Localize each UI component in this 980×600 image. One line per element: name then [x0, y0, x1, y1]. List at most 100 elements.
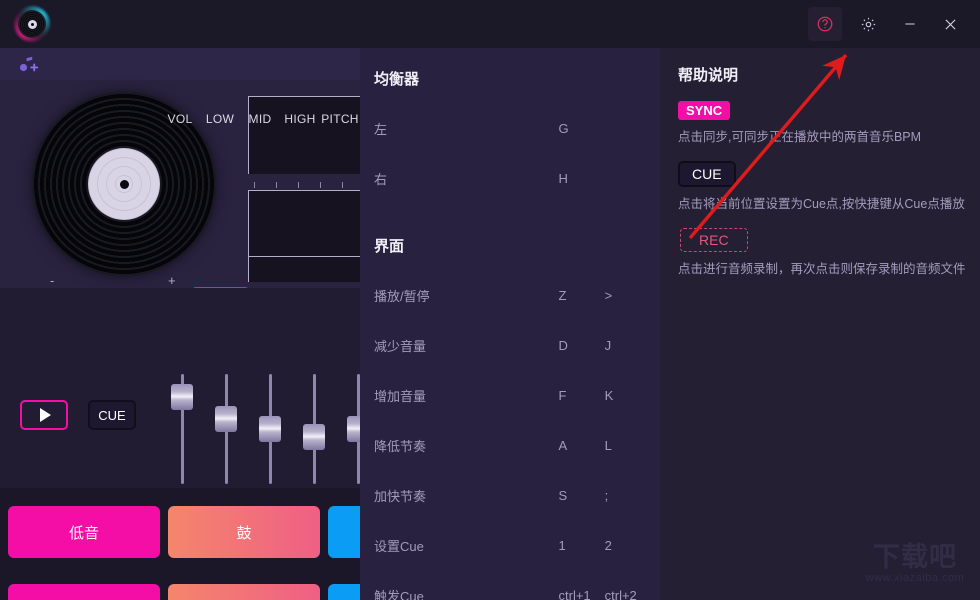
bpm-increase-label[interactable]: + [168, 273, 176, 288]
window-controls [808, 0, 980, 48]
help-content: 帮助说明 SYNC 点击同步,可同步正在播放中的两首音乐BPM CUE 点击将当前位置… [660, 48, 980, 277]
fader-mid[interactable] [248, 374, 292, 484]
shortcut-section-title: 均衡器 [374, 68, 660, 89]
shortcut-action-label: 减少音量 [374, 336, 559, 355]
title-bar [0, 0, 980, 48]
fader-label-mid: MID [240, 112, 280, 130]
shortcut-action-label: 设置Cue [374, 536, 559, 555]
deck-panel: BPM - + SYNC VOLLOWMIDHIGHPITCH CUE [0, 48, 360, 600]
shortcut-key-primary[interactable]: 1 [559, 538, 605, 553]
sample-pad-grid: 低音鼓低音鼓 [0, 488, 360, 600]
shortcut-key-primary[interactable]: A [559, 438, 605, 453]
app-logo-icon [14, 6, 50, 42]
shortcut-section-title: 界面 [374, 235, 660, 256]
shortcut-row: 右H [374, 153, 660, 203]
shortcut-key-primary[interactable]: Z [559, 288, 605, 303]
shortcut-row: 加快节奏S; [374, 470, 660, 520]
help-panel: 帮助说明 SYNC 点击同步,可同步正在播放中的两首音乐BPM CUE 点击将当前位置… [660, 48, 980, 600]
shortcut-row: 增加音量FK [374, 370, 660, 420]
shortcuts-panel: 均衡器左G右H界面播放/暂停Z>减少音量DJ增加音量FK降低节奏AL加快节奏S;… [360, 48, 660, 600]
shortcut-key-secondary[interactable]: ctrl+2 [605, 588, 660, 600]
sample-pad[interactable] [328, 584, 360, 600]
shortcut-key-secondary[interactable]: ; [605, 488, 660, 503]
waveform-ruler [248, 180, 360, 188]
shortcut-key-primary[interactable]: D [559, 338, 605, 353]
sample-pad[interactable]: 低音 [8, 584, 160, 600]
settings-button[interactable] [848, 7, 888, 41]
shortcut-key-secondary[interactable]: 2 [605, 538, 660, 553]
shortcut-action-label: 播放/暂停 [374, 286, 559, 305]
fader-knob-pitch[interactable] [347, 416, 360, 442]
fader-low[interactable] [204, 374, 248, 484]
ruler-tick [254, 182, 255, 188]
close-button[interactable] [930, 7, 970, 41]
shortcut-row: 触发Cuectrl+1ctrl+2 [374, 570, 660, 600]
shortcut-action-label: 触发Cue [374, 586, 559, 600]
shortcuts-list: 均衡器左G右H界面播放/暂停Z>减少音量DJ增加音量FK降低节奏AL加快节奏S;… [360, 48, 660, 600]
vinyl-spindle-hole [120, 180, 129, 189]
shortcut-key-secondary[interactable]: > [605, 288, 660, 303]
waveform-divider [248, 256, 360, 257]
shortcut-row: 播放/暂停Z> [374, 270, 660, 320]
sample-pad[interactable]: 低音 [8, 506, 160, 558]
ruler-tick [276, 182, 277, 188]
help-items: SYNC 点击同步,可同步正在播放中的两首音乐BPM CUE 点击将当前位置设置为Cu… [676, 101, 980, 277]
shortcut-action-label: 降低节奏 [374, 436, 559, 455]
help-badge-row: SYNC [676, 101, 980, 120]
play-icon [40, 408, 51, 422]
help-description: 点击将当前位置设置为Cue点,按快捷键从Cue点播放 [678, 193, 980, 212]
fader-knob-low[interactable] [215, 406, 237, 432]
shortcut-row: 设置Cue12 [374, 520, 660, 570]
play-button[interactable] [20, 400, 68, 430]
fader-knob-vol[interactable] [171, 384, 193, 410]
shortcut-key-secondary[interactable]: L [605, 438, 660, 453]
shortcut-row: 降低节奏AL [374, 420, 660, 470]
sample-pad[interactable] [328, 506, 360, 558]
shortcut-key-primary[interactable]: S [559, 488, 605, 503]
fader-label-vol: VOL [160, 112, 200, 130]
shortcut-action-label: 增加音量 [374, 386, 559, 405]
help-description: 点击同步,可同步正在播放中的两首音乐BPM [678, 126, 980, 145]
waveform-top[interactable] [248, 96, 360, 174]
sample-pad[interactable]: 鼓 [168, 584, 320, 600]
bpm-decrease-label[interactable]: - [50, 273, 54, 288]
help-badge-sync: SYNC [678, 101, 730, 120]
help-badge-rec: REC [680, 228, 748, 252]
fader-high[interactable] [292, 374, 336, 484]
shortcut-row: 减少音量DJ [374, 320, 660, 370]
fader-label-low: LOW [200, 112, 240, 130]
fader-pitch[interactable] [336, 374, 360, 484]
shortcut-action-label: 右 [374, 169, 559, 188]
fader-label-pitch: PITCH [320, 112, 360, 130]
shortcut-key-primary[interactable]: G [559, 121, 605, 136]
help-badge-row: REC [676, 228, 980, 252]
music-note-plus-icon[interactable] [16, 54, 40, 74]
help-button[interactable] [808, 7, 842, 41]
fader-label-row: VOLLOWMIDHIGHPITCH [160, 112, 360, 130]
dj-app-window: BPM - + SYNC VOLLOWMIDHIGHPITCH CUE [0, 0, 980, 600]
vinyl-record-logo-icon [18, 10, 46, 38]
ruler-tick [298, 182, 299, 188]
fader-knob-high[interactable] [303, 424, 325, 450]
help-description: 点击进行音频录制，再次点击则保存录制的音频文件 [678, 258, 980, 277]
shortcut-key-secondary[interactable]: K [605, 388, 660, 403]
shortcut-key-primary[interactable]: ctrl+1 [559, 588, 605, 600]
fader-knob-mid[interactable] [259, 416, 281, 442]
shortcut-key-primary[interactable]: F [559, 388, 605, 403]
fader-label-high: HIGH [280, 112, 320, 130]
waveform-bottom[interactable] [248, 190, 360, 282]
ruler-tick [342, 182, 343, 188]
fader-vol[interactable] [160, 374, 204, 484]
minimize-button[interactable] [890, 7, 930, 41]
shortcut-action-label: 加快节奏 [374, 486, 559, 505]
help-badge-row: CUE [676, 161, 980, 187]
shortcut-key-primary[interactable]: H [559, 171, 605, 186]
track-toolbar [0, 48, 360, 80]
shortcut-action-label: 左 [374, 119, 559, 138]
help-badge-cue: CUE [678, 161, 736, 187]
sample-pad[interactable]: 鼓 [168, 506, 320, 558]
cue-button[interactable]: CUE [88, 400, 136, 430]
shortcut-row: 左G [374, 103, 660, 153]
help-panel-title: 帮助说明 [678, 64, 980, 85]
shortcut-key-secondary[interactable]: J [605, 338, 660, 353]
